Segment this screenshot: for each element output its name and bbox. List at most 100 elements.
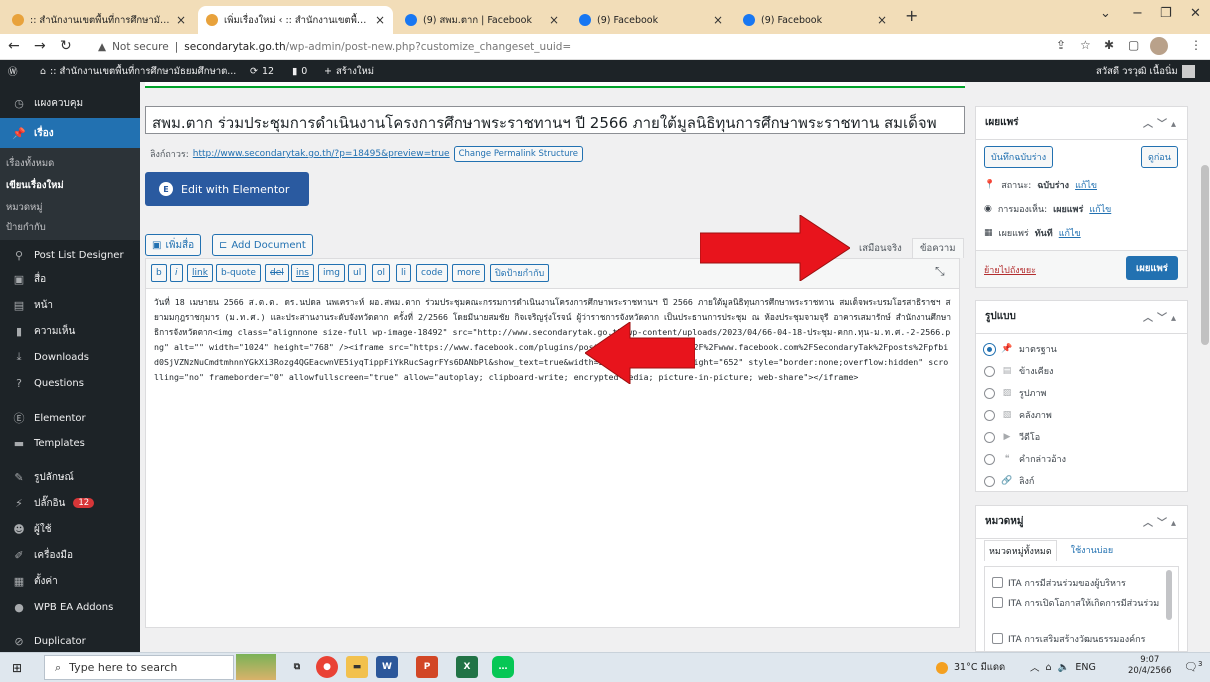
line-icon[interactable]: …: [492, 656, 514, 678]
weather-widget[interactable]: 31°C มีแดด: [936, 660, 1005, 675]
format-option-quote[interactable]: ❝ คำกล่าวอ้าง: [984, 452, 1066, 466]
category-item[interactable]: ITA การมีส่วนร่วมของผู้บริหาร: [992, 576, 1172, 590]
quicktag-del-button[interactable]: del: [265, 264, 289, 282]
move-to-trash-link[interactable]: ย้ายไปถังขยะ: [984, 263, 1036, 277]
radio[interactable]: [984, 409, 995, 421]
change-permalink-button[interactable]: Change Permalink Structure: [453, 146, 584, 162]
taskbar-search-input[interactable]: ⌕ Type here to search: [44, 655, 234, 680]
browser-tab[interactable]: (9) Facebook ×: [571, 6, 731, 34]
radio[interactable]: [984, 453, 995, 465]
submenu-all-posts[interactable]: เรื่องทั้งหมด: [0, 152, 140, 174]
admin-bar-comments[interactable]: ▮ 0: [292, 60, 307, 82]
quicktag-more-button[interactable]: more: [452, 264, 486, 282]
sidebar-item-media[interactable]: ▣ สื่อ: [0, 266, 140, 292]
sidebar-item-posts[interactable]: 📌 เรื่อง: [0, 118, 140, 148]
quicktag-code-button[interactable]: code: [416, 264, 448, 282]
sidebar-item-pages[interactable]: ▤ หน้า: [0, 292, 140, 318]
share-icon[interactable]: ⇪: [1056, 38, 1066, 52]
sidepanel-icon[interactable]: ▢: [1128, 38, 1139, 52]
quicktag-bquote-button[interactable]: b-quote: [216, 264, 261, 282]
tab-text[interactable]: ข้อความ: [912, 238, 964, 258]
quicktag-img-button[interactable]: img: [318, 264, 345, 282]
radio-selected[interactable]: [984, 343, 995, 355]
quicktag-ins-button[interactable]: ins: [291, 264, 314, 282]
tab-search-icon[interactable]: ⌄: [1100, 6, 1111, 21]
page-scrollbar-thumb[interactable]: [1201, 165, 1209, 345]
edit-status-link[interactable]: แก้ไข: [1075, 178, 1097, 192]
profile-avatar[interactable]: [1150, 37, 1168, 55]
sidebar-item-dashboard[interactable]: ◷ แผงควบคุม: [0, 90, 140, 116]
sidebar-item-users[interactable]: ☻ ผู้ใช้: [0, 516, 140, 542]
edit-visibility-link[interactable]: แก้ไข: [1089, 202, 1111, 216]
format-option-link[interactable]: 🔗 ลิงก์: [984, 474, 1034, 488]
format-option-aside[interactable]: ▤ ข้างเคียง: [984, 364, 1053, 378]
checkbox[interactable]: [992, 633, 1003, 644]
quicktag-link-button[interactable]: link: [187, 264, 213, 282]
close-icon[interactable]: ×: [549, 13, 559, 27]
radio[interactable]: [984, 475, 995, 487]
sidebar-item-downloads[interactable]: ⤓ Downloads: [0, 344, 140, 370]
format-option-gallery[interactable]: ▧ คลังภาพ: [984, 408, 1052, 422]
browser-tab-active[interactable]: เพิ่มเรื่องใหม่ ‹ :: สำนักงานเขตพื้นที่ก…: [198, 6, 393, 34]
minimize-icon[interactable]: −: [1132, 6, 1143, 21]
powerpoint-icon[interactable]: P: [416, 656, 438, 678]
new-tab-button[interactable]: +: [905, 6, 918, 25]
close-icon[interactable]: ×: [375, 13, 385, 27]
sidebar-item-elementor[interactable]: Ⓔ Elementor: [0, 405, 140, 431]
browser-tab[interactable]: (9) Facebook ×: [735, 6, 895, 34]
sidebar-item-settings[interactable]: ▦ ตั้งค่า: [0, 568, 140, 594]
radio[interactable]: [984, 431, 995, 443]
close-icon[interactable]: ×: [176, 13, 186, 27]
sidebar-item-appearance[interactable]: ✎ รูปลักษณ์: [0, 464, 140, 490]
checkbox[interactable]: [992, 577, 1003, 588]
add-media-button[interactable]: ▣ เพิ่มสื่อ: [145, 234, 202, 256]
task-view-icon[interactable]: ⧉: [286, 656, 308, 678]
fullscreen-icon[interactable]: ⤡: [935, 264, 945, 279]
sidebar-item-duplicator[interactable]: ⊘ Duplicator: [0, 628, 140, 654]
admin-bar-site[interactable]: ⌂ :: สำนักงานเขตพื้นที่การศึกษามัธยมศึกษ…: [40, 60, 236, 82]
extensions-icon[interactable]: ✱: [1104, 38, 1114, 52]
permalink-link[interactable]: http://www.secondarytak.go.th/?p=18495&p…: [193, 149, 450, 159]
sidebar-item-comments[interactable]: ▮ ความเห็น: [0, 318, 140, 344]
format-option-video[interactable]: ▶ วีดีโอ: [984, 430, 1040, 444]
format-option-image[interactable]: ▨ รูปภาพ: [984, 386, 1046, 400]
checkbox[interactable]: [992, 597, 1003, 608]
category-item[interactable]: ITA การเสริมสร้างวัฒนธรรมองค์กร: [992, 632, 1172, 646]
sidebar-item-templates[interactable]: ▬ Templates: [0, 430, 140, 456]
radio[interactable]: [984, 365, 995, 377]
box-controls-icon[interactable]: ︿﹀▴: [1143, 309, 1180, 324]
box-controls-icon[interactable]: ︿﹀▴: [1143, 514, 1180, 529]
browser-tab[interactable]: (9) สพม.ตาก | Facebook ×: [397, 6, 567, 34]
quicktag-ul-button[interactable]: ul: [348, 264, 367, 282]
admin-bar-account[interactable]: สวัสดี วรวุฒิ เนื้อนิ่ม: [1096, 60, 1195, 82]
excel-icon[interactable]: X: [456, 656, 478, 678]
save-draft-button[interactable]: บันทึกฉบับร่าง: [984, 146, 1054, 168]
post-content-textarea[interactable]: วันที่ 18 เมษายน 2566 ส.ต.ต. ดร.นปดล นพเ…: [145, 288, 960, 628]
sidebar-item-questions[interactable]: ? Questions: [0, 370, 140, 396]
submenu-add-new[interactable]: เขียนเรื่องใหม่: [0, 174, 140, 196]
sidebar-item-post-list-designer[interactable]: ⚲ Post List Designer: [0, 242, 140, 268]
box-controls-icon[interactable]: ︿﹀▴: [1143, 115, 1180, 130]
category-scrollbar[interactable]: [1166, 570, 1172, 620]
submenu-categories[interactable]: หมวดหมู่: [0, 196, 140, 218]
category-item[interactable]: ITA การเปิดโอกาสให้เกิดการมีส่วนร่วม: [992, 596, 1172, 610]
maximize-icon[interactable]: ❐: [1160, 6, 1172, 21]
forward-icon[interactable]: →: [34, 38, 46, 54]
reload-icon[interactable]: ↻: [60, 38, 72, 54]
edit-schedule-link[interactable]: แก้ไข: [1059, 226, 1081, 240]
quicktag-li-button[interactable]: li: [396, 264, 412, 282]
admin-bar-new[interactable]: + สร้างใหม่: [324, 60, 374, 82]
tab-all-categories[interactable]: หมวดหมู่ทั้งหมด: [984, 540, 1057, 561]
quicktag-ol-button[interactable]: ol: [372, 264, 391, 282]
notification-center-icon[interactable]: 🗨3: [1184, 660, 1202, 674]
edit-with-elementor-button[interactable]: E Edit with Elementor: [145, 172, 309, 206]
browser-menu-icon[interactable]: ⋮: [1190, 38, 1202, 52]
close-icon[interactable]: ×: [713, 13, 723, 27]
address-bar[interactable]: ▲ Not secure | secondarytak.go.th/wp-adm…: [90, 37, 1040, 57]
system-tray[interactable]: ︿ ⌂ 🔈 ENG: [1030, 660, 1096, 675]
wordpress-logo-icon[interactable]: Ⓦ: [8, 60, 18, 82]
browser-tab[interactable]: :: สำนักงานเขตพื้นที่การศึกษามัธยมศึกษา …: [4, 6, 194, 34]
word-icon[interactable]: W: [376, 656, 398, 678]
windows-start-icon[interactable]: ⊞: [12, 661, 22, 675]
preview-button[interactable]: ดูก่อน: [1141, 146, 1178, 168]
